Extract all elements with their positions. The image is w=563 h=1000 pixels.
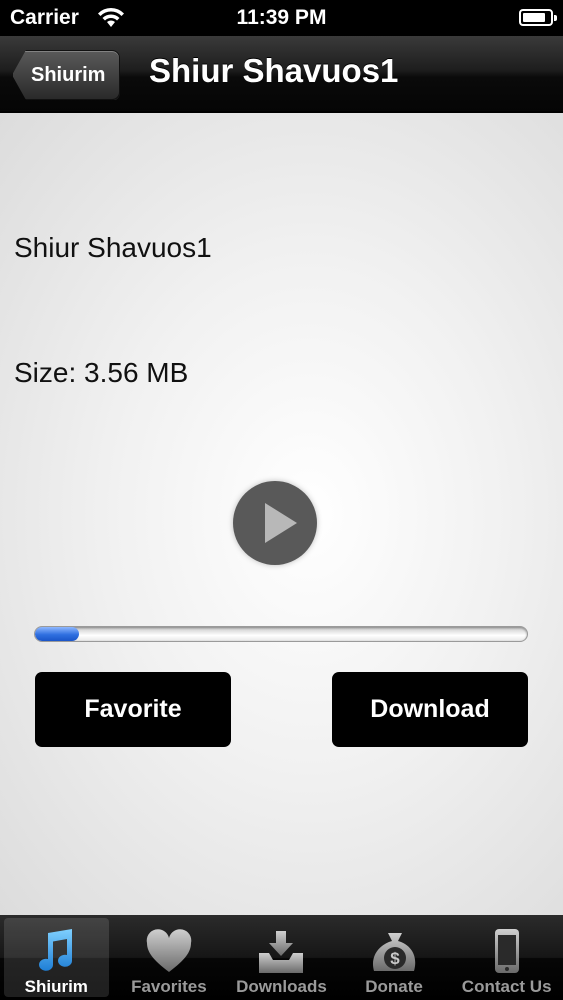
dollar-bag-icon: $ [373,933,416,971]
music-note-icon [39,929,73,971]
navigation-bar: Shiurim Shiur Shavuos1 [0,36,563,112]
tab-bar: Shiurim Favorites Downloads $ Donate Con… [0,915,563,1000]
clock-time: 11:39 PM [236,6,327,29]
svg-text:$: $ [390,949,400,968]
battery-icon [519,9,557,26]
page-title: Shiur Shavuos1 [149,52,399,89]
shiur-detail-panel: Shiur Shavuos1 Size: 3.56 MB Favorite Do… [0,113,563,915]
status-bar: Carrier 11:39 PM [0,0,563,36]
heart-icon [146,929,192,972]
phone-icon [494,929,519,973]
tab-contact-us[interactable]: Contact Us [450,915,563,1000]
tab-label: Contact Us [461,977,552,996]
tab-shiurim[interactable]: Shiurim [0,915,113,1000]
download-progress-bar [34,626,528,642]
tab-label: Shiurim [24,977,88,996]
tab-donate[interactable]: $ Donate [338,915,451,1000]
download-tray-icon [259,931,304,973]
favorite-button[interactable]: Favorite [35,672,231,747]
play-button[interactable] [233,481,317,565]
shiur-name: Shiur Shavuos1 [14,232,212,263]
tab-label: Favorites [131,977,207,996]
download-button[interactable]: Download [332,672,528,747]
tab-favorites[interactable]: Favorites [113,915,226,1000]
tab-label: Downloads [236,977,327,996]
file-size-label: Size: 3.56 MB [14,357,189,388]
play-icon [265,503,297,543]
battery-level-fill [523,13,546,22]
back-button[interactable]: Shiurim [12,50,120,100]
progress-fill [35,627,80,641]
tab-downloads[interactable]: Downloads [225,915,338,1000]
tab-label: Donate [365,977,423,996]
